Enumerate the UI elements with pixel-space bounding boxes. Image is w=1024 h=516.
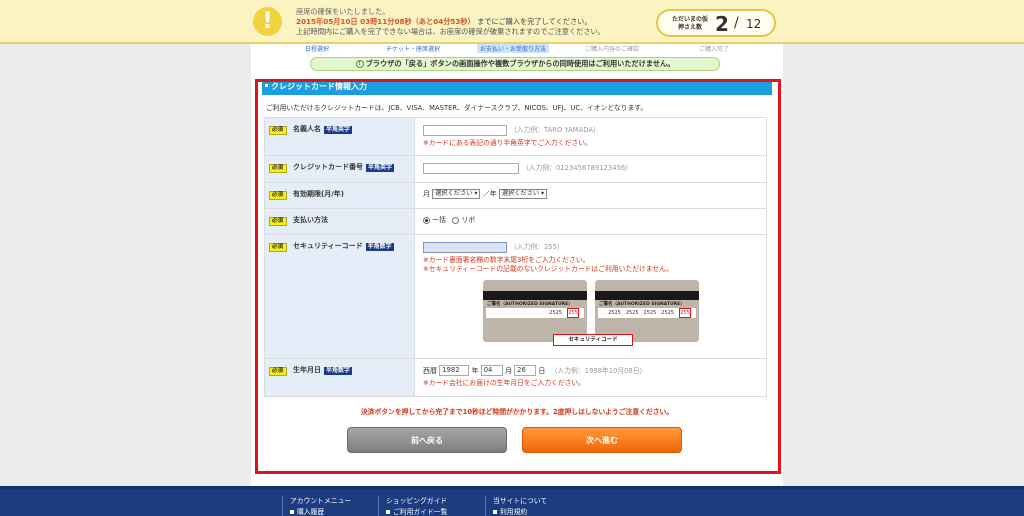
deadline-date: 2015年05月10日 03時11分08秒（あと04分53秒） [296,17,475,26]
reservation-notice: 座席の確保をいたしました。 2015年05月10日 03時11分08秒（あと04… [296,7,605,37]
footer-shopping-guide: ショッピングガイド [386,497,448,505]
hold-counter: ただいまの仮押さえ数 2 / 12 [656,9,776,37]
step-complete: ご購入完了 [699,46,730,53]
deadline-text: までにご購入を完了してください。 [477,17,592,26]
notice-line-2: 2015年05月10日 03時11分08秒（あと04分53秒） までにご購入を完… [296,17,605,27]
step-seat-select: チケット・座席選択 [386,46,441,53]
highlight-frame [255,79,781,474]
footer-about: 当サイトについて [493,497,548,505]
exclamation-icon: ! [253,7,282,36]
notice-line-1: 座席の確保をいたしました。 [296,7,390,16]
footer-account-menu: アカウントメニュー [290,497,352,505]
browser-warning-text: ブラウザの「戻る」ボタンの画面操作や複数ブラウザからの同時使用はご利用いただけま… [365,59,675,68]
footer: アカウントメニュー 購入履歴 ショッピングガイド ご利用ガイド一覧 当サイトにつ… [0,486,1024,516]
info-icon: ! [355,60,364,68]
progress-steps: 日程選択 チケット・座席選択 お支払い・お受取り方法 ご購入内容のご確認 ご購入… [251,44,783,53]
reservation-notice-bar: ! 座席の確保をいたしました。 2015年05月10日 03時11分08秒（あと… [0,0,1024,44]
hold-counter-separator: / [734,15,739,31]
browser-warning: ! ブラウザの「戻る」ボタンの画面操作や複数ブラウザからの同時使用はご利用いただけ… [310,57,720,71]
footer-link-terms[interactable]: 利用規約 [493,507,547,516]
hold-counter-label: ただいまの仮押さえ数 [671,16,708,31]
footer-link-history[interactable]: 購入履歴 [290,507,351,516]
hold-counter-total: 12 [746,17,762,31]
step-payment: お支払い・お受取り方法 [477,44,550,53]
footer-link-guide[interactable]: ご利用ガイド一覧 [386,507,447,516]
hold-counter-current: 2 [715,12,729,36]
step-confirm: ご購入内容のご確認 [585,46,640,53]
notice-line-3: 上記時間内にご購入を完了できない場合は、お座席の確保が破棄されますのでご注意くだ… [296,27,605,36]
step-date-select: 日程選択 [305,46,330,53]
